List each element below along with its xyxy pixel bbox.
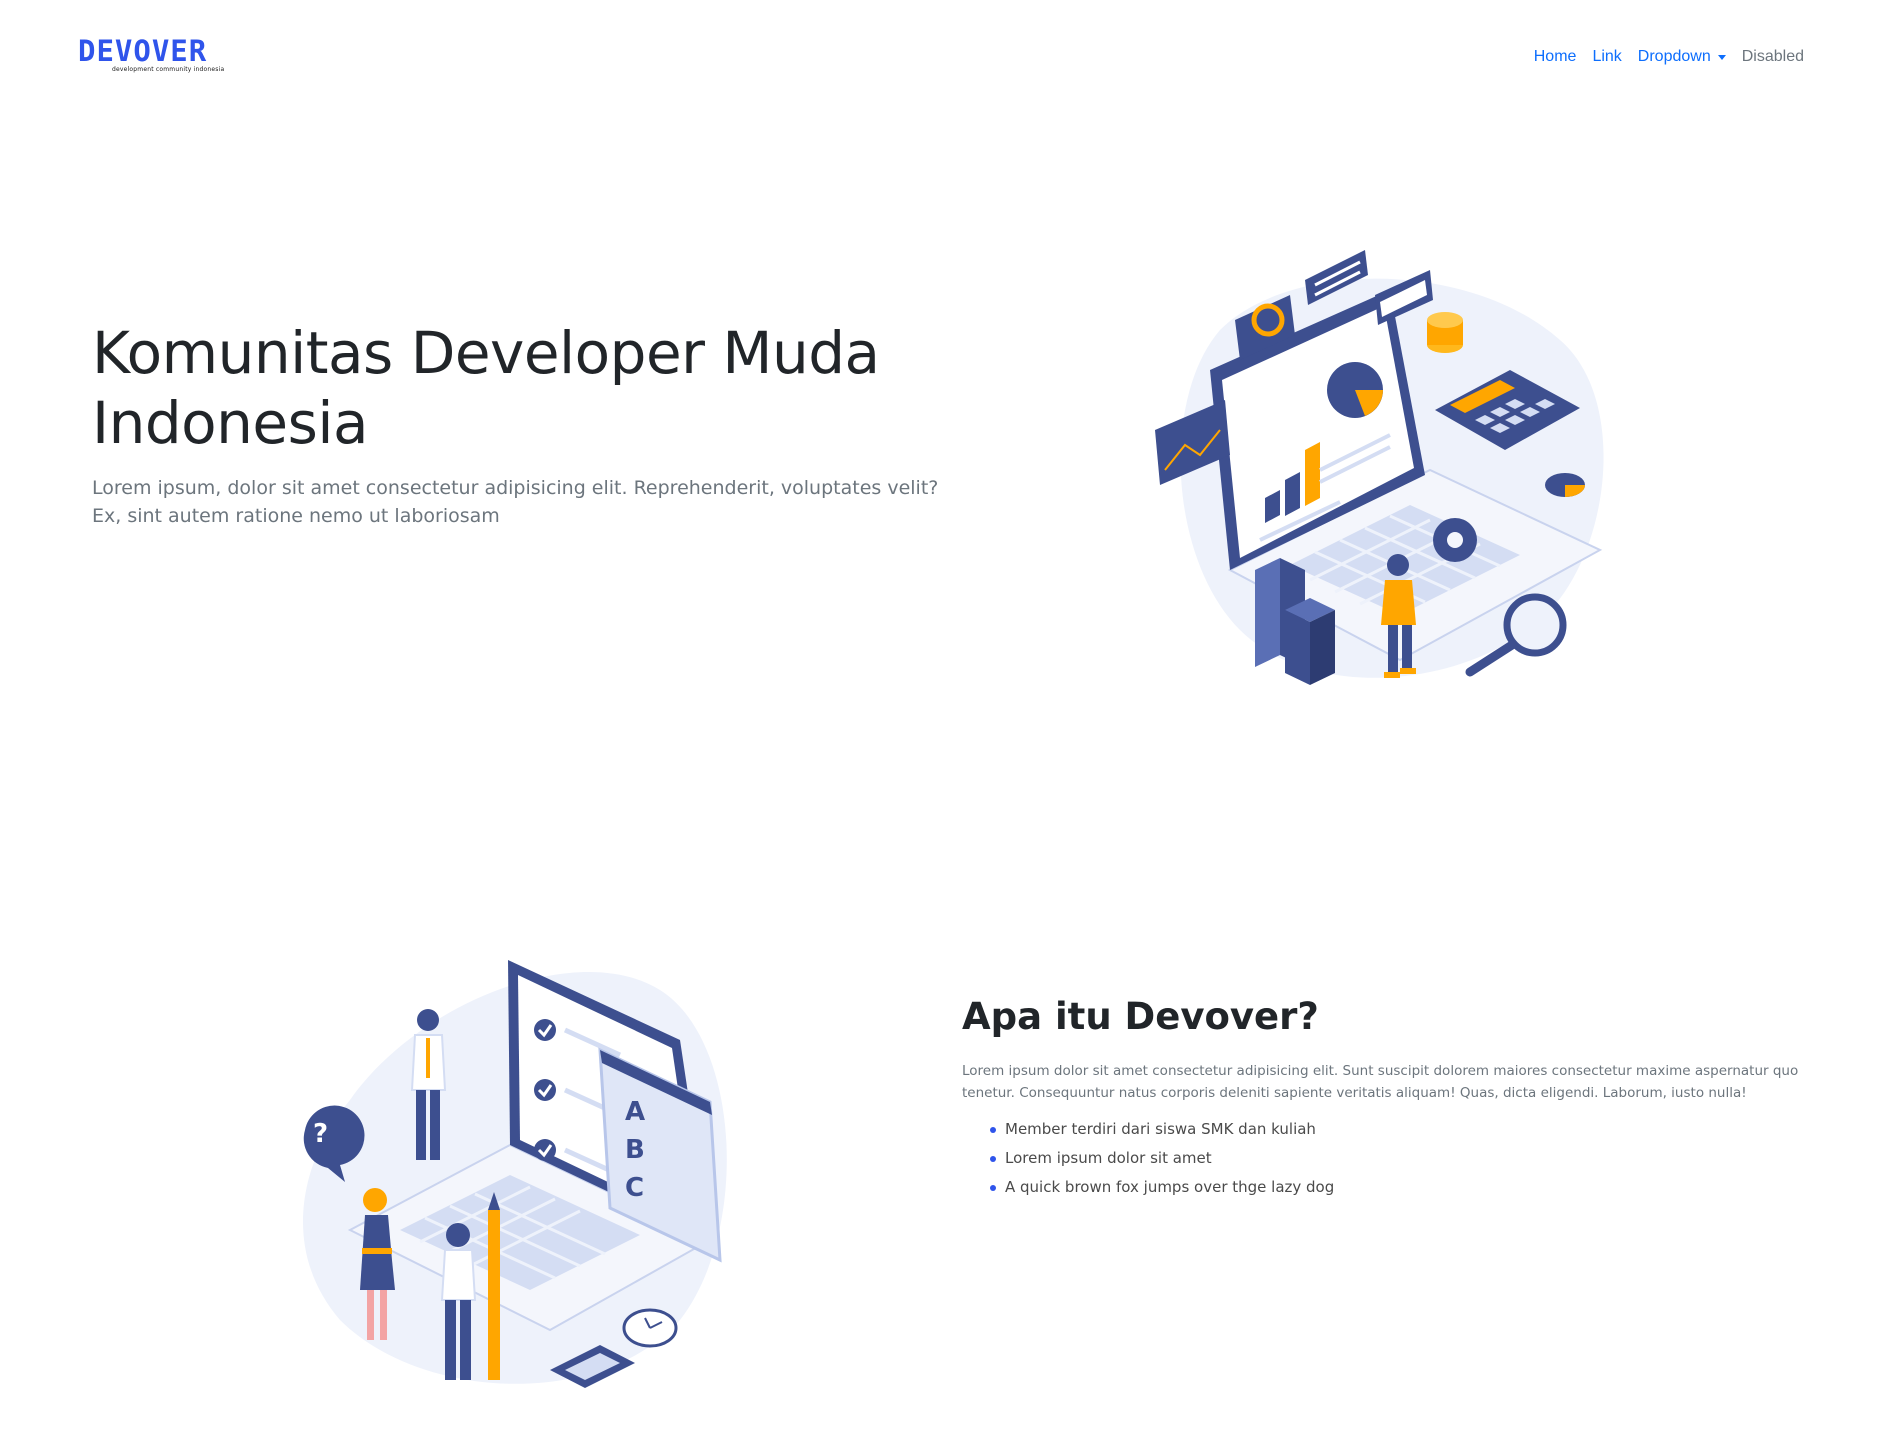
nav-dropdown-label: Dropdown [1637, 48, 1711, 65]
hero-title: Komunitas Developer Muda Indonesia [92, 319, 880, 457]
brand-wordmark: DEVOVER [78, 34, 218, 68]
nav-home-link[interactable]: Home [1526, 47, 1585, 67]
quiz-letter-c: C [625, 1173, 644, 1203]
list-item: Lorem ipsum dolor sit amet [990, 1144, 1334, 1173]
bullet-dot-icon [990, 1184, 996, 1191]
list-item: A quick brown fox jumps over thge lazy d… [990, 1173, 1334, 1202]
nav-disabled-link: Disabled [1741, 48, 1804, 65]
nav-link-link[interactable]: Link [1584, 47, 1629, 67]
caret-down-icon [1717, 54, 1726, 60]
nav-dropdown-toggle[interactable]: Dropdown [1630, 47, 1734, 67]
about-illustration: A B C ? [280, 930, 760, 1420]
navbar: DEVOVER development community indonesia … [0, 0, 1890, 110]
list-item-text: Lorem ipsum dolor sit amet [1005, 1149, 1212, 1167]
bullet-dot-icon [990, 1126, 996, 1133]
bullet-dot-icon [990, 1155, 996, 1162]
brand-logo[interactable]: DEVOVER development community indonesia [78, 34, 225, 78]
about-feature-list: Member terdiri dari siswa SMK dan kuliah… [990, 1115, 1334, 1202]
brand-tagline: development community indonesia [112, 66, 225, 73]
about-title: Apa itu Devover? [962, 995, 1319, 1038]
quiz-letter-b: B [625, 1135, 645, 1165]
hero-subtitle: Lorem ipsum, dolor sit amet consectetur … [92, 477, 939, 527]
list-item-text: Member terdiri dari siswa SMK dan kuliah [1005, 1120, 1316, 1138]
quiz-letter-a: A [625, 1097, 645, 1127]
list-item-text: A quick brown fox jumps over thge lazy d… [1005, 1178, 1335, 1196]
main-nav: Home Link Dropdown Disabled [1526, 47, 1812, 67]
brand-name: DEVOVER [78, 34, 208, 68]
hero-illustration [1140, 240, 1640, 720]
list-item: Member terdiri dari siswa SMK dan kuliah [990, 1115, 1334, 1144]
svg-text:?: ? [313, 1119, 328, 1149]
about-description: Lorem ipsum dolor sit amet consectetur a… [962, 1063, 1799, 1101]
